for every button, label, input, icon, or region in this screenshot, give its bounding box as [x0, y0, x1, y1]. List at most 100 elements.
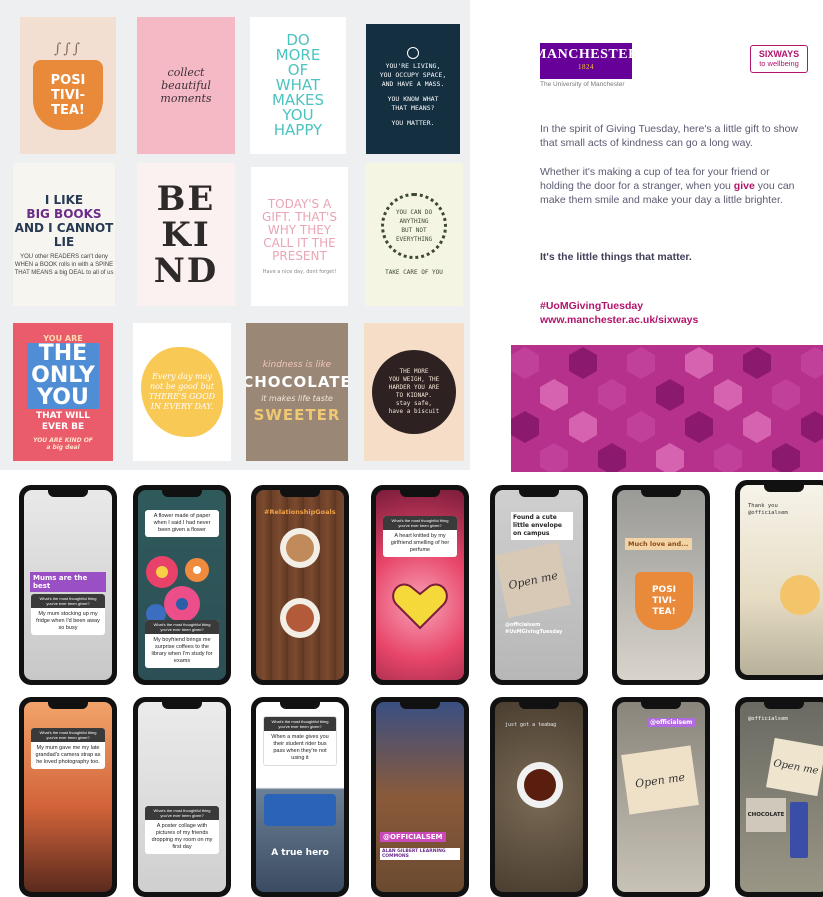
sixways-logo: SIXWAYS to wellbeing: [750, 45, 808, 73]
paint-splash-icon: Every day may not be good but THERE'S GO…: [141, 347, 223, 437]
phone-story-12[interactable]: just got a teabag: [490, 697, 588, 897]
phone-notch: [400, 702, 440, 709]
university-logo-subtitle: The University of Manchester: [540, 81, 625, 88]
biscuit-icon: [780, 575, 820, 615]
envelope-card: Open me: [766, 737, 823, 797]
poster-text: DO MORE OF WHAT MAKES YOU HAPPY: [271, 31, 325, 139]
question-box: What's the most thoughtful thing you've …: [145, 806, 219, 854]
answer-text: A heart knitted by my girlfriend smellin…: [390, 533, 450, 553]
question-box: What's the most thoughtful thing you've …: [263, 716, 337, 766]
story-hashtag: #RelationshipGoals: [264, 508, 336, 516]
hexagon-pattern-svg: [511, 347, 823, 472]
phone-story-14[interactable]: @officialsem Open me CHOCOLATE: [735, 697, 823, 897]
kindness-poster-grid: ∫∫∫ POSI TIVI- TEA! collect beautiful mo…: [0, 0, 470, 470]
phone-story-6[interactable]: Much love and... POSI TIVI- TEA!: [612, 485, 710, 685]
question-text: What's the most thoughtful thing you've …: [31, 594, 105, 608]
question-box: What's the most thoughtful thing you've …: [383, 516, 457, 557]
answer-text: When a mate gives you their student ride…: [271, 734, 329, 761]
phone-notch: [641, 490, 681, 497]
poster-text-d: SWEETER: [253, 406, 341, 424]
poster-only-you: YOU ARE THE ONLY YOU THAT WILL EVER BE Y…: [13, 323, 113, 461]
story-screen: @officialsem Open me: [617, 702, 705, 892]
university-logo-text: MANCHESTER: [533, 47, 639, 62]
story-screen: Found a cute little envelope on campus O…: [495, 490, 583, 680]
poster-todays-gift: TODAY'S A GIFT. THAT'S WHY THEY CALL IT …: [251, 167, 348, 306]
phone-notch: [48, 702, 88, 709]
envelope-card: Open me: [621, 745, 699, 815]
card-give-highlight: give: [733, 180, 755, 192]
phone-notch: [641, 702, 681, 709]
phone-story-3[interactable]: #RelationshipGoals: [251, 485, 349, 685]
ink-blob-icon: THE MORE YOU WEIGH, THE HARDER YOU ARE T…: [372, 350, 456, 434]
question-text: What's the most thoughtful thing you've …: [145, 806, 219, 820]
story-screen: What's the most thoughtful thing you've …: [256, 702, 344, 892]
phone-story-9[interactable]: What's the most thoughtful thing you've …: [133, 697, 231, 897]
phone-notch: [400, 490, 440, 497]
poster-be-kind: BE KI ND: [137, 163, 235, 306]
story-caption: ALAN GILBERT LEARNING COMMONS: [380, 848, 460, 860]
question-box: What's the most thoughtful thing you've …: [31, 728, 105, 769]
university-logo-year: 1824: [578, 63, 594, 71]
cadbury-bar-icon: [790, 802, 808, 858]
card-hashtag: #UoMGivingTuesday: [540, 300, 644, 312]
phone-notch: [48, 490, 88, 497]
story-sticker: @officialsem: [647, 718, 696, 727]
poster-text: collect beautiful moments: [160, 66, 212, 105]
poster-text: Every day may not be good but THERE'S GO…: [148, 372, 216, 411]
wreath-icon: YOU CAN DO ANYTHING BUT NOT EVERYTHING: [381, 193, 447, 259]
poster-positivi-tea: ∫∫∫ POSI TIVI- TEA!: [20, 17, 116, 154]
planet-icon: [407, 47, 419, 59]
sixways-logo-text: SIXWAYS: [758, 49, 800, 59]
story-screen: What's the most thoughtful thing you've …: [24, 702, 112, 892]
phone-story-10[interactable]: What's the most thoughtful thing you've …: [251, 697, 349, 897]
phone-notch: [280, 702, 320, 709]
phone-notch: [280, 490, 320, 497]
story-sticker: Mums are the best: [30, 572, 106, 592]
story-tag: @officialsem #UoMGivingTuesday: [505, 622, 563, 635]
poster-text-line1: I LIKE: [44, 192, 84, 207]
phone-story-7[interactable]: Thank you @officialsem: [735, 480, 823, 680]
poster-text: THE MORE YOU WEIGH, THE HARDER YOU ARE T…: [388, 368, 440, 415]
card-tagline: It's the little things that matter.: [540, 251, 692, 263]
poster-text: TODAY'S A GIFT. THAT'S WHY THEY CALL IT …: [262, 196, 337, 263]
question-text: What's the most thoughtful thing you've …: [31, 728, 105, 742]
story-sticker: Much love and...: [625, 538, 692, 550]
poster-text-d: YOU ARE KIND OF a big deal: [33, 436, 93, 451]
poster-text-line2: BIG BOOKS: [26, 206, 102, 221]
steam-icon: ∫∫∫: [54, 41, 82, 57]
answer-text: A flower made of paper when I said I had…: [153, 513, 211, 533]
poster-text-b: THE ONLY YOU: [27, 342, 99, 409]
poster-text-c: it makes life taste: [261, 394, 333, 403]
question-text: What's the most thoughtful thing you've …: [264, 717, 336, 731]
poster-collect-moments: collect beautiful moments: [137, 17, 235, 154]
poster-small-text: YOU other READERS can't deny WHEN a BOOK…: [14, 253, 114, 276]
poster-text-line3: YOU MATTER.: [391, 119, 435, 127]
poster-chocolate: kindness is like CHOCOLATE it makes life…: [246, 323, 348, 461]
phone-story-1[interactable]: Mums are the best What's the most though…: [19, 485, 117, 685]
answer-text: My mum gave me my late grandad's camera …: [35, 745, 101, 765]
phone-story-5[interactable]: Found a cute little envelope on campus O…: [490, 485, 588, 685]
story-screen: @OFFICIALSEM ALAN GILBERT LEARNING COMMO…: [376, 702, 464, 892]
phone-story-2[interactable]: A flower made of paper when I said I had…: [133, 485, 231, 685]
chocolate-bar: CHOCOLATE: [746, 798, 786, 832]
story-sticker: Found a cute little envelope on campus: [511, 512, 573, 540]
card-paragraph-2: Whether it's making a cup of tea for you…: [540, 165, 802, 207]
sixways-logo-subtext: to wellbeing: [759, 59, 799, 68]
poster-text-line2: YOU KNOW WHAT THAT MEANS?: [387, 95, 439, 112]
card-url: www.manchester.ac.uk/sixways: [540, 314, 699, 326]
phone-story-11[interactable]: @OFFICIALSEM ALAN GILBERT LEARNING COMMO…: [371, 697, 469, 897]
poster-you-can-do-anything: YOU CAN DO ANYTHING BUT NOT EVERYTHING T…: [365, 163, 463, 306]
answer-text: My mum stocking up my fridge when I'd be…: [36, 611, 100, 631]
question-text: What's the most thoughtful thing you've …: [145, 620, 219, 634]
phone-story-8[interactable]: What's the most thoughtful thing you've …: [19, 697, 117, 897]
story-screen: #RelationshipGoals: [256, 490, 344, 680]
phone-story-4[interactable]: What's the most thoughtful thing you've …: [371, 485, 469, 685]
question-box-2: What's the most thoughtful thing you've …: [145, 620, 219, 668]
mug-icon: POSI TIVI- TEA!: [635, 572, 693, 630]
envelope-card: Open me: [495, 542, 571, 618]
tea-cup-icon: [517, 762, 563, 808]
poster-youre-living: YOU'RE LIVING, YOU OCCUPY SPACE, AND HAV…: [366, 24, 460, 154]
story-sticker: @OFFICIALSEM: [380, 832, 446, 842]
phone-story-13[interactable]: @officialsem Open me: [612, 697, 710, 897]
story-screen: Thank you @officialsem: [740, 485, 823, 675]
